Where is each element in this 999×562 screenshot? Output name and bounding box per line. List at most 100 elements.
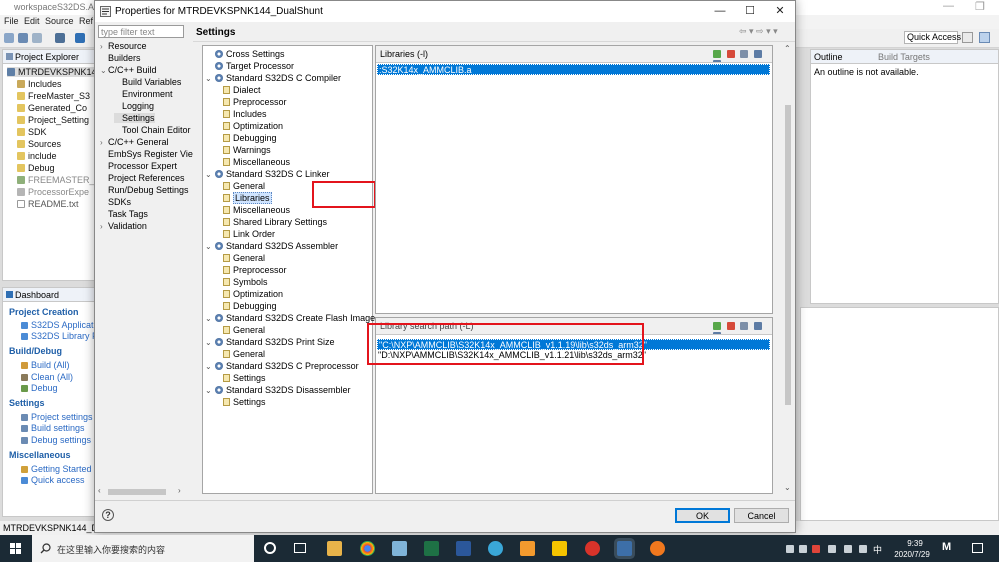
chevron-down-icon[interactable]: ⌄ [205, 337, 215, 349]
tree-item[interactable]: Includes [223, 108, 267, 120]
content-scrollbar[interactable]: ⌃ ⌄ [783, 44, 793, 494]
tree-item[interactable]: Cross Settings [205, 48, 285, 60]
tree-item[interactable]: General [223, 324, 265, 336]
left-tree-scrollbar[interactable]: ‹ › [96, 486, 186, 497]
list-item[interactable]: include [17, 151, 57, 161]
dashboard-link[interactable]: Project settings [21, 412, 93, 422]
tab-outline[interactable]: Outline [814, 52, 843, 62]
dashboard-link[interactable]: Quick access [21, 475, 85, 485]
tree-item[interactable]: › C/C++ General [100, 137, 169, 147]
scroll-left-icon[interactable]: ‹ [98, 486, 101, 495]
tree-item[interactable]: Shared Library Settings [223, 216, 327, 228]
ide-minimize-icon[interactable]: — [943, 0, 954, 12]
excel-icon[interactable] [424, 541, 439, 556]
ime-icon[interactable]: 中 [873, 543, 882, 556]
battery-icon[interactable] [828, 545, 836, 553]
dashboard-link[interactable]: Build settings [21, 423, 85, 433]
ide-restore-icon[interactable]: ❐ [975, 0, 985, 13]
tab-build-targets[interactable]: Build Targets [878, 52, 930, 62]
menu-source[interactable]: Source [45, 16, 74, 26]
menu-edit[interactable]: Edit [24, 16, 40, 26]
list-item[interactable]: Sources [17, 139, 61, 149]
app-icon[interactable] [520, 541, 535, 556]
maximize-button[interactable]: ☐ [735, 3, 765, 20]
start-button[interactable] [0, 535, 32, 562]
menu-file[interactable]: File [4, 16, 19, 26]
delete-icon[interactable] [726, 50, 735, 58]
library-item[interactable]: :S32K14x_AMMCLIB.a [377, 64, 770, 75]
scroll-thumb[interactable] [108, 489, 166, 495]
libraries-list[interactable]: :S32K14x_AMMCLIB.a [376, 62, 772, 313]
taskbar-search[interactable]: 在这里输入你要搜索的内容 [32, 535, 254, 562]
project-explorer-tab[interactable]: Project Explorer [3, 50, 95, 64]
file-explorer-icon[interactable] [327, 541, 342, 556]
scroll-down-icon[interactable]: ⌄ [784, 483, 791, 492]
tree-item[interactable]: Builders [100, 53, 141, 63]
add-icon[interactable] [713, 322, 721, 330]
tree-item[interactable]: › Validation [100, 221, 147, 231]
edit-icon[interactable] [740, 50, 749, 58]
tree-item[interactable]: SDKs [100, 197, 131, 207]
browser-icon[interactable] [488, 541, 503, 556]
debug-icon[interactable] [75, 33, 85, 43]
c-perspective-icon[interactable] [979, 32, 990, 43]
chevron-down-icon[interactable]: ⌄ [205, 385, 215, 397]
task-view-icon[interactable] [294, 543, 306, 553]
chevron-right-icon[interactable]: › [100, 222, 108, 231]
tree-item[interactable]: ⌄ Standard S32DS Assembler [205, 240, 338, 252]
tree-item[interactable]: Preprocessor [223, 96, 287, 108]
scroll-right-icon[interactable]: › [178, 486, 181, 495]
add-icon[interactable] [713, 50, 721, 58]
tree-item[interactable]: Tool Chain Editor [114, 125, 191, 135]
wifi-icon[interactable] [844, 545, 852, 553]
history-navigation[interactable]: ⇦ ▾ ⇨ ▾ ▾ [739, 26, 778, 37]
list-item[interactable]: FreeMaster_S3 [17, 91, 90, 101]
tree-item[interactable]: Warnings [223, 144, 271, 156]
tree-item[interactable]: Miscellaneous [223, 156, 290, 168]
build-icon[interactable] [55, 33, 65, 43]
clock-time[interactable]: 9:39 [900, 539, 930, 548]
list-item[interactable]: SDK [17, 127, 47, 137]
tree-item[interactable]: Optimization [223, 120, 283, 132]
tree-item[interactable]: ⌄C/C++ Build [100, 65, 157, 75]
list-item[interactable]: FREEMASTER_c [17, 175, 99, 185]
dashboard-tab[interactable]: Dashboard [3, 288, 95, 302]
tree-item[interactable]: Task Tags [100, 209, 148, 219]
filter-input[interactable] [98, 25, 184, 38]
tree-item[interactable]: Libraries [223, 192, 272, 204]
tree-item[interactable]: Settings [223, 396, 266, 408]
tree-item[interactable]: Processor Expert [100, 161, 177, 171]
minimize-button[interactable]: — [705, 3, 735, 20]
list-item[interactable]: Project_Setting [17, 115, 89, 125]
tree-item[interactable]: Debugging [223, 132, 277, 144]
dashboard-link[interactable]: Debug settings [21, 435, 91, 445]
tree-item[interactable]: Settings [114, 113, 155, 123]
quick-access-field[interactable]: Quick Access [904, 31, 961, 44]
dashboard-link[interactable]: Debug [21, 383, 58, 393]
dashboard-link[interactable]: Build (All) [21, 360, 70, 370]
tree-item[interactable]: Environment [114, 89, 173, 99]
new-icon[interactable] [4, 33, 14, 43]
delete-icon[interactable] [726, 322, 735, 330]
tree-item[interactable]: General [223, 180, 265, 192]
tree-item[interactable]: ⌄ Standard S32DS Disassembler [205, 384, 351, 396]
move-up-icon[interactable] [753, 322, 762, 330]
chevron-right-icon[interactable]: › [100, 42, 108, 51]
cortana-icon[interactable] [264, 542, 276, 554]
perspective-icon[interactable] [962, 32, 973, 43]
tree-item[interactable]: Logging [114, 101, 154, 111]
list-item[interactable]: ProcessorExpe [17, 187, 89, 197]
cancel-button[interactable]: Cancel [734, 508, 789, 523]
move-up-icon[interactable] [753, 50, 762, 58]
chevron-down-icon[interactable]: ⌄ [100, 66, 108, 75]
tree-item[interactable]: Project References [100, 173, 185, 183]
chevron-right-icon[interactable]: › [100, 138, 108, 147]
tree-item[interactable]: › Resource [100, 41, 147, 51]
tree-item[interactable]: EmbSys Register Vie [100, 149, 193, 159]
tray-icon[interactable] [786, 545, 794, 553]
tree-item[interactable]: Preprocessor [223, 264, 287, 276]
chevron-down-icon[interactable]: ⌄ [205, 361, 215, 373]
tree-item[interactable]: Target Processor [205, 60, 294, 72]
tray-icon[interactable] [799, 545, 807, 553]
tree-item[interactable]: Optimization [223, 288, 283, 300]
